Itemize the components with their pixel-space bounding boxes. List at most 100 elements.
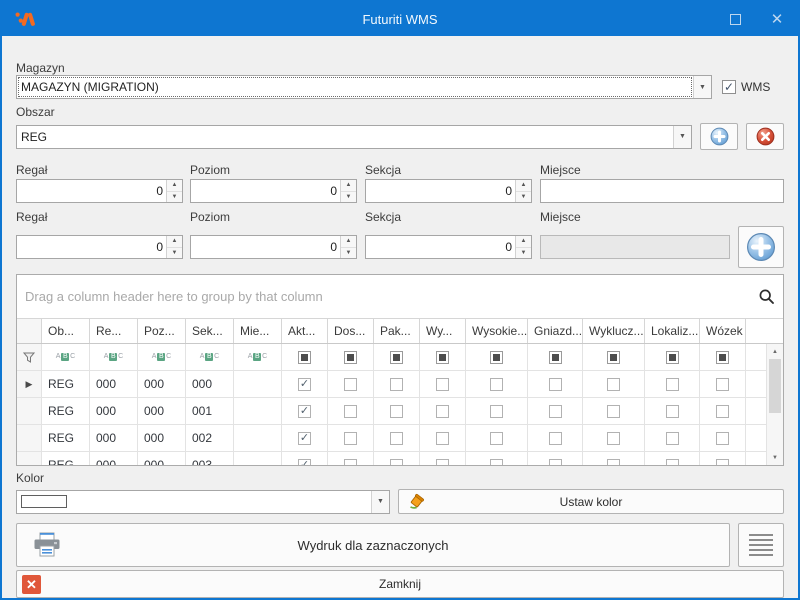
wms-checkbox[interactable]: WMS — [722, 80, 784, 94]
spin-up-icon[interactable] — [167, 236, 182, 248]
scrollbar-track[interactable] — [767, 413, 783, 450]
column-header-aktywne[interactable]: Akt... — [282, 319, 328, 343]
titlebar[interactable]: Futuriti WMS ✕ — [2, 2, 798, 36]
cell-wykluczone[interactable] — [583, 398, 645, 424]
filter-cell-wy[interactable] — [420, 344, 466, 370]
filter-cell-poziom[interactable]: ABC — [138, 344, 186, 370]
cell-gniazdo[interactable] — [528, 371, 583, 397]
checkbox-unchecked-icon[interactable] — [344, 378, 357, 391]
filter-cell-wozek[interactable] — [700, 344, 746, 370]
kolor-combobox[interactable] — [16, 490, 390, 514]
column-header-wysokie[interactable]: Wysokie... — [466, 319, 528, 343]
cell-gniazdo[interactable] — [528, 398, 583, 424]
checkbox-unchecked-icon[interactable] — [344, 405, 357, 418]
cell-sekcja[interactable]: 003 — [186, 452, 234, 466]
filter-cell-regal[interactable]: ABC — [90, 344, 138, 370]
cell-sekcja[interactable]: 001 — [186, 398, 234, 424]
column-header-wykluczone[interactable]: Wyklucz... — [583, 319, 645, 343]
cell-dostepne[interactable] — [328, 425, 374, 451]
spin-down-icon[interactable] — [167, 248, 182, 259]
spin-up-icon[interactable] — [341, 180, 356, 192]
spin-down-icon[interactable] — [516, 248, 531, 259]
cell-wy[interactable] — [420, 452, 466, 466]
spin-up-icon[interactable] — [341, 236, 356, 248]
checkbox-unchecked-icon[interactable] — [666, 405, 679, 418]
column-header-miejsce[interactable]: Mie... — [234, 319, 282, 343]
column-header-lokalizacja[interactable]: Lokaliz... — [645, 319, 700, 343]
sekcja-spinner-1[interactable]: 0 — [365, 179, 532, 203]
regal-spinner-2[interactable]: 0 — [16, 235, 183, 259]
column-header-regal[interactable]: Re... — [90, 319, 138, 343]
poziom-spinner-2[interactable]: 0 — [190, 235, 357, 259]
cell-pakowanie[interactable] — [374, 425, 420, 451]
checkbox-unchecked-icon[interactable] — [666, 432, 679, 445]
checkbox-unchecked-icon[interactable] — [716, 459, 729, 467]
zamknij-button[interactable]: Zamknij — [16, 570, 784, 598]
cell-miejsce[interactable] — [234, 398, 282, 424]
cell-regal[interactable]: 000 — [90, 425, 138, 451]
cell-wozek[interactable] — [700, 425, 746, 451]
checkbox-checked-icon[interactable] — [298, 459, 311, 467]
cell-poziom[interactable]: 000 — [138, 398, 186, 424]
cell-miejsce[interactable] — [234, 452, 282, 466]
column-header-wozek[interactable]: Wózek — [700, 319, 746, 343]
spin-up-icon[interactable] — [516, 180, 531, 192]
column-header-sekcja[interactable]: Sek... — [186, 319, 234, 343]
cell-poziom[interactable]: 000 — [138, 452, 186, 466]
column-header-gniazdo[interactable]: Gniazd... — [528, 319, 583, 343]
checkbox-unchecked-icon[interactable] — [344, 459, 357, 467]
column-header-pakowanie[interactable]: Pak... — [374, 319, 420, 343]
checkbox-unchecked-icon[interactable] — [390, 378, 403, 391]
cell-dostepne[interactable] — [328, 371, 374, 397]
checkbox-unchecked-icon[interactable] — [716, 432, 729, 445]
filter-cell-wysokie[interactable] — [466, 344, 528, 370]
cell-aktywne[interactable] — [282, 398, 328, 424]
poziom-spinner-1[interactable]: 0 — [190, 179, 357, 203]
magazyn-combobox[interactable]: MAGAZYN (MIGRATION) — [16, 75, 712, 99]
spin-up-icon[interactable] — [167, 180, 182, 192]
checkbox-unchecked-icon[interactable] — [390, 432, 403, 445]
add-location-button[interactable] — [738, 226, 784, 268]
cell-sekcja[interactable]: 000 — [186, 371, 234, 397]
search-icon[interactable] — [758, 288, 775, 305]
group-by-panel[interactable]: Drag a column header here to group by th… — [17, 275, 783, 318]
cell-wy[interactable] — [420, 371, 466, 397]
column-header-dostepne[interactable]: Dos... — [328, 319, 374, 343]
cell-lokalizacja[interactable] — [645, 371, 700, 397]
table-row[interactable]: REG000000003 — [17, 452, 783, 466]
cell-regal[interactable]: 000 — [90, 398, 138, 424]
magazyn-dropdown-button[interactable] — [693, 76, 711, 98]
cell-obszar[interactable]: REG — [42, 371, 90, 397]
checkbox-unchecked-icon[interactable] — [607, 432, 620, 445]
filter-cell-wykluczone[interactable] — [583, 344, 645, 370]
cell-wykluczone[interactable] — [583, 452, 645, 466]
cell-wozek[interactable] — [700, 452, 746, 466]
sekcja-spinner-2[interactable]: 0 — [365, 235, 532, 259]
cell-wysokie[interactable] — [466, 452, 528, 466]
filter-cell-obszar[interactable]: ABC — [42, 344, 90, 370]
kolor-dropdown-button[interactable] — [371, 491, 389, 513]
cell-wykluczone[interactable] — [583, 371, 645, 397]
cell-wozek[interactable] — [700, 398, 746, 424]
cell-lokalizacja[interactable] — [645, 425, 700, 451]
filter-cell-miejsce[interactable]: ABC — [234, 344, 282, 370]
cell-miejsce[interactable] — [234, 425, 282, 451]
cell-regal[interactable]: 000 — [90, 371, 138, 397]
add-area-button[interactable] — [700, 123, 738, 150]
cell-pakowanie[interactable] — [374, 371, 420, 397]
checkbox-unchecked-icon[interactable] — [436, 378, 449, 391]
scroll-down-icon[interactable] — [767, 450, 783, 465]
cell-lokalizacja[interactable] — [645, 452, 700, 466]
print-options-button[interactable] — [738, 523, 784, 567]
filter-cell-aktywne[interactable] — [282, 344, 328, 370]
checkbox-checked-icon[interactable] — [298, 432, 311, 445]
filter-cell-pakowanie[interactable] — [374, 344, 420, 370]
table-row[interactable]: REG000000002 — [17, 425, 783, 452]
checkbox-unchecked-icon[interactable] — [390, 405, 403, 418]
checkbox-unchecked-icon[interactable] — [716, 378, 729, 391]
cell-wy[interactable] — [420, 425, 466, 451]
regal-spinner-1[interactable]: 0 — [16, 179, 183, 203]
close-button[interactable]: ✕ — [756, 2, 798, 36]
checkbox-unchecked-icon[interactable] — [549, 432, 562, 445]
cell-obszar[interactable]: REG — [42, 398, 90, 424]
